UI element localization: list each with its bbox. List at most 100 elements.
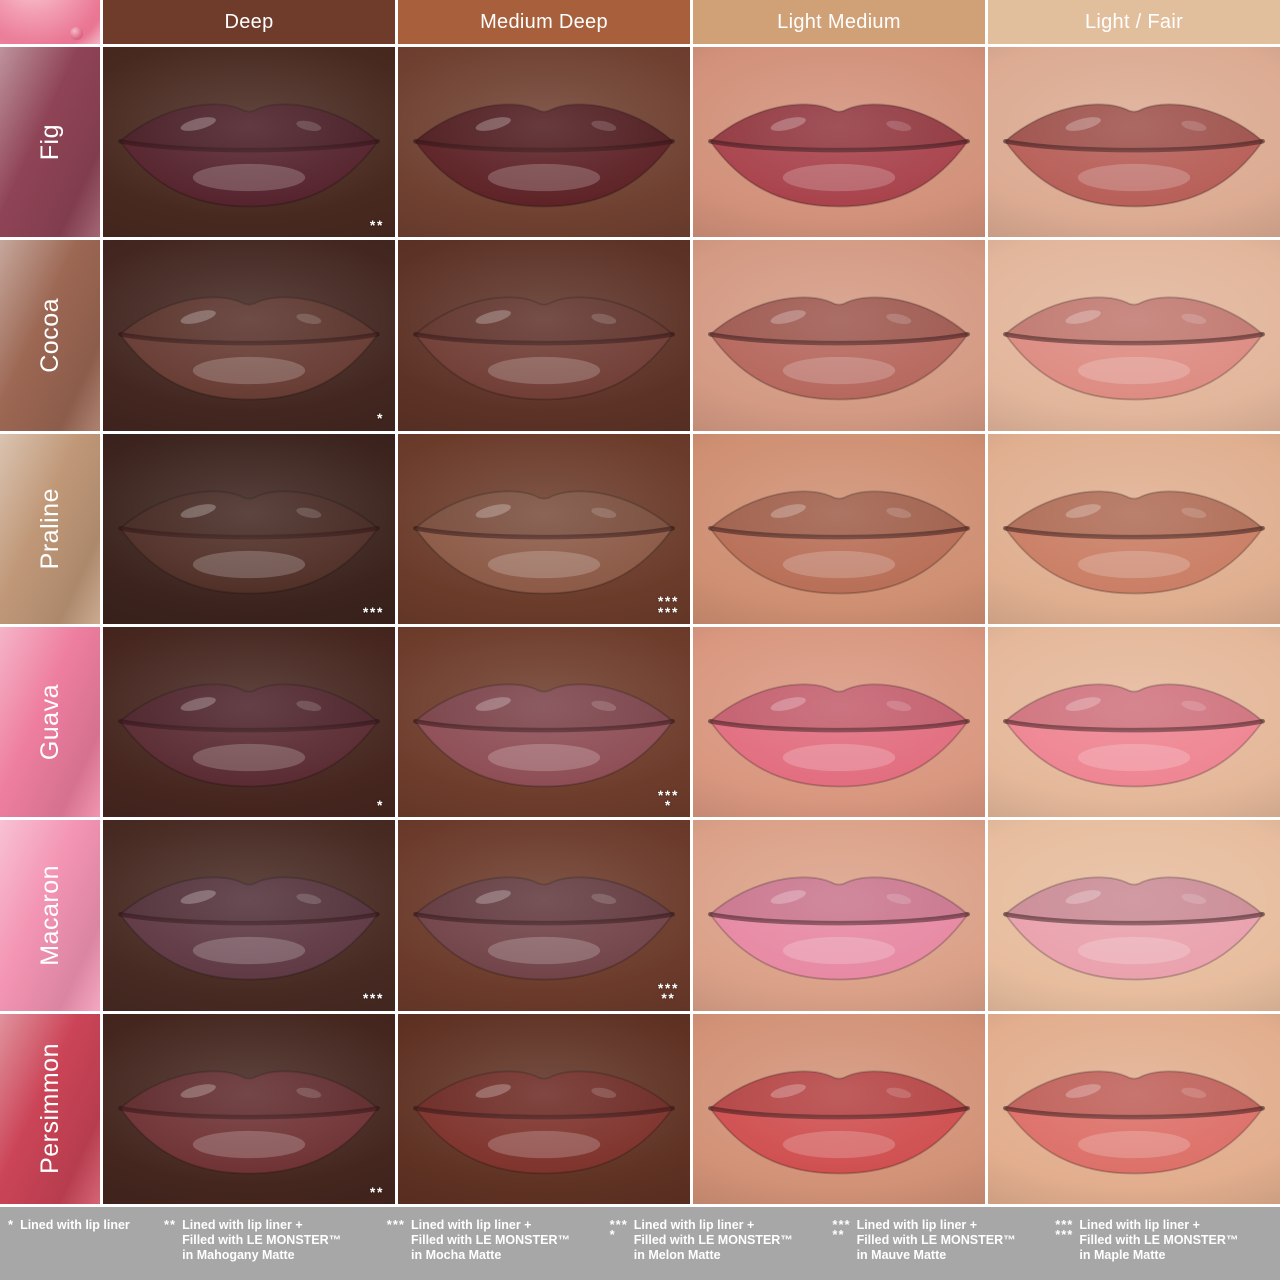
row-label-macaron: Macaron xyxy=(0,820,100,1010)
legend-text: Lined with lip liner + Filled with LE MO… xyxy=(857,1218,1016,1263)
swatch-cell-cocoa-light-fair xyxy=(988,240,1280,430)
swatch-cell-praline-deep: *** xyxy=(103,434,395,624)
lip-swatch-photo xyxy=(103,47,395,237)
row-label-cocoa: Cocoa xyxy=(0,240,100,430)
lip-swatch-photo xyxy=(398,47,690,237)
swatch-grid: Deep Medium Deep Light Medium Light / Fair F… xyxy=(0,0,1280,1204)
swatch-cell-praline-light-medium xyxy=(693,434,985,624)
legend-item: **Lined with lip liner + Filled with LE … xyxy=(164,1218,383,1263)
swatch-cell-macaron-light-fair xyxy=(988,820,1280,1010)
swatch-cell-macaron-light-medium xyxy=(693,820,985,1010)
lip-swatch-photo xyxy=(103,434,395,624)
swatch-cell-guava-light-fair xyxy=(988,627,1280,817)
swatch-cell-macaron-deep: *** xyxy=(103,820,395,1010)
lip-swatch-photo xyxy=(988,627,1280,817)
application-note-marker: ** xyxy=(370,1187,384,1197)
gloss-droplet-small-icon xyxy=(70,27,83,40)
lip-swatch-photo xyxy=(693,627,985,817)
column-header-label: Light / Fair xyxy=(1085,11,1183,34)
legend-item: *** * Lined with lip liner + Filled with … xyxy=(610,1218,829,1263)
shade-name-label: Macaron xyxy=(36,865,65,966)
lip-swatch-photo xyxy=(398,240,690,430)
lip-swatch-photo xyxy=(103,1014,395,1204)
swatch-cell-fig-deep: ** xyxy=(103,47,395,237)
row-label-guava: Guava xyxy=(0,627,100,817)
application-note-marker: * xyxy=(377,413,384,423)
lip-swatch-photo xyxy=(693,1014,985,1204)
swatch-cell-cocoa-light-medium xyxy=(693,240,985,430)
swatch-cell-persimmon-light-medium xyxy=(693,1014,985,1204)
legend-text: Lined with lip liner + Filled with LE MO… xyxy=(634,1218,793,1263)
column-header-light-medium: Light Medium xyxy=(693,0,985,44)
lip-swatch-photo xyxy=(693,240,985,430)
shade-name-label: Fig xyxy=(36,124,65,160)
legend-text: Lined with lip liner + Filled with LE MO… xyxy=(411,1218,570,1263)
lip-swatch-photo xyxy=(693,47,985,237)
legend-marker: * xyxy=(8,1218,14,1233)
lip-swatch-photo xyxy=(103,820,395,1010)
legend-marker: *** ** xyxy=(832,1218,850,1263)
legend-marker: *** * xyxy=(610,1218,628,1263)
column-header-deep: Deep xyxy=(103,0,395,44)
lip-swatch-photo xyxy=(988,240,1280,430)
legend-text: Lined with lip liner xyxy=(20,1218,130,1233)
lip-swatch-photo xyxy=(988,820,1280,1010)
legend-item: *** *** Lined with lip liner + Filled wit… xyxy=(1055,1218,1274,1263)
lip-swatch-photo xyxy=(988,47,1280,237)
row-label-fig: Fig xyxy=(0,47,100,237)
legend-text: Lined with lip liner + Filled with LE MO… xyxy=(182,1218,341,1263)
lip-swatch-photo xyxy=(988,434,1280,624)
swatch-cell-praline-light-fair xyxy=(988,434,1280,624)
application-note-marker: * xyxy=(377,800,384,810)
lip-swatch-photo xyxy=(398,1014,690,1204)
lip-swatch-photo xyxy=(398,820,690,1010)
shade-name-label: Praline xyxy=(36,488,65,569)
lip-swatch-photo xyxy=(988,1014,1280,1204)
legend-footer: *Lined with lip liner**Lined with lip li… xyxy=(0,1207,1280,1280)
legend-marker: *** *** xyxy=(1055,1218,1073,1263)
legend-marker: *** xyxy=(387,1218,405,1263)
column-header-label: Medium Deep xyxy=(480,11,608,34)
application-note-marker: *** *** xyxy=(658,596,679,617)
swatch-cell-cocoa-deep: * xyxy=(103,240,395,430)
swatch-cell-persimmon-light-fair xyxy=(988,1014,1280,1204)
shade-name-label: Cocoa xyxy=(36,298,65,373)
application-note-marker: *** ** xyxy=(658,983,679,1004)
swatch-cell-fig-medium-deep xyxy=(398,47,690,237)
brand-corner-cell xyxy=(0,0,100,44)
row-label-persimmon: Persimmon xyxy=(0,1014,100,1204)
column-header-medium-deep: Medium Deep xyxy=(398,0,690,44)
legend-marker: ** xyxy=(164,1218,176,1263)
legend-item: * Lined with lip liner xyxy=(8,1218,160,1233)
lip-swatch-photo xyxy=(693,820,985,1010)
row-label-praline: Praline xyxy=(0,434,100,624)
legend-text: Lined with lip liner + Filled with LE MO… xyxy=(1079,1218,1238,1263)
lip-swatch-photo xyxy=(103,627,395,817)
column-header-label: Deep xyxy=(224,11,273,34)
shade-name-label: Persimmon xyxy=(36,1043,65,1174)
swatch-cell-macaron-medium-deep: *** ** xyxy=(398,820,690,1010)
application-note-marker: *** xyxy=(363,993,384,1003)
application-note-marker: ** xyxy=(370,220,384,230)
swatch-cell-persimmon-medium-deep xyxy=(398,1014,690,1204)
lip-swatch-photo xyxy=(398,434,690,624)
swatch-cell-cocoa-medium-deep xyxy=(398,240,690,430)
lip-shade-swatch-chart: Deep Medium Deep Light Medium Light / Fair F… xyxy=(0,0,1280,1280)
swatch-cell-fig-light-medium xyxy=(693,47,985,237)
lip-swatch-photo xyxy=(103,240,395,430)
swatch-cell-guava-medium-deep: *** * xyxy=(398,627,690,817)
column-header-label: Light Medium xyxy=(777,11,901,34)
swatch-cell-fig-light-fair xyxy=(988,47,1280,237)
application-note-marker: *** xyxy=(363,607,384,617)
legend-item: *** Lined with lip liner + Filled with LE… xyxy=(387,1218,606,1263)
column-header-light-fair: Light / Fair xyxy=(988,0,1280,44)
gloss-droplet-icon xyxy=(0,0,100,44)
legend-item: *** ** Lined with lip liner + Filled with… xyxy=(832,1218,1051,1263)
lip-swatch-photo xyxy=(693,434,985,624)
shade-name-label: Guava xyxy=(36,684,65,760)
swatch-cell-guava-deep: * xyxy=(103,627,395,817)
lip-swatch-photo xyxy=(398,627,690,817)
swatch-cell-guava-light-medium xyxy=(693,627,985,817)
swatch-cell-praline-medium-deep: *** *** xyxy=(398,434,690,624)
swatch-cell-persimmon-deep: ** xyxy=(103,1014,395,1204)
